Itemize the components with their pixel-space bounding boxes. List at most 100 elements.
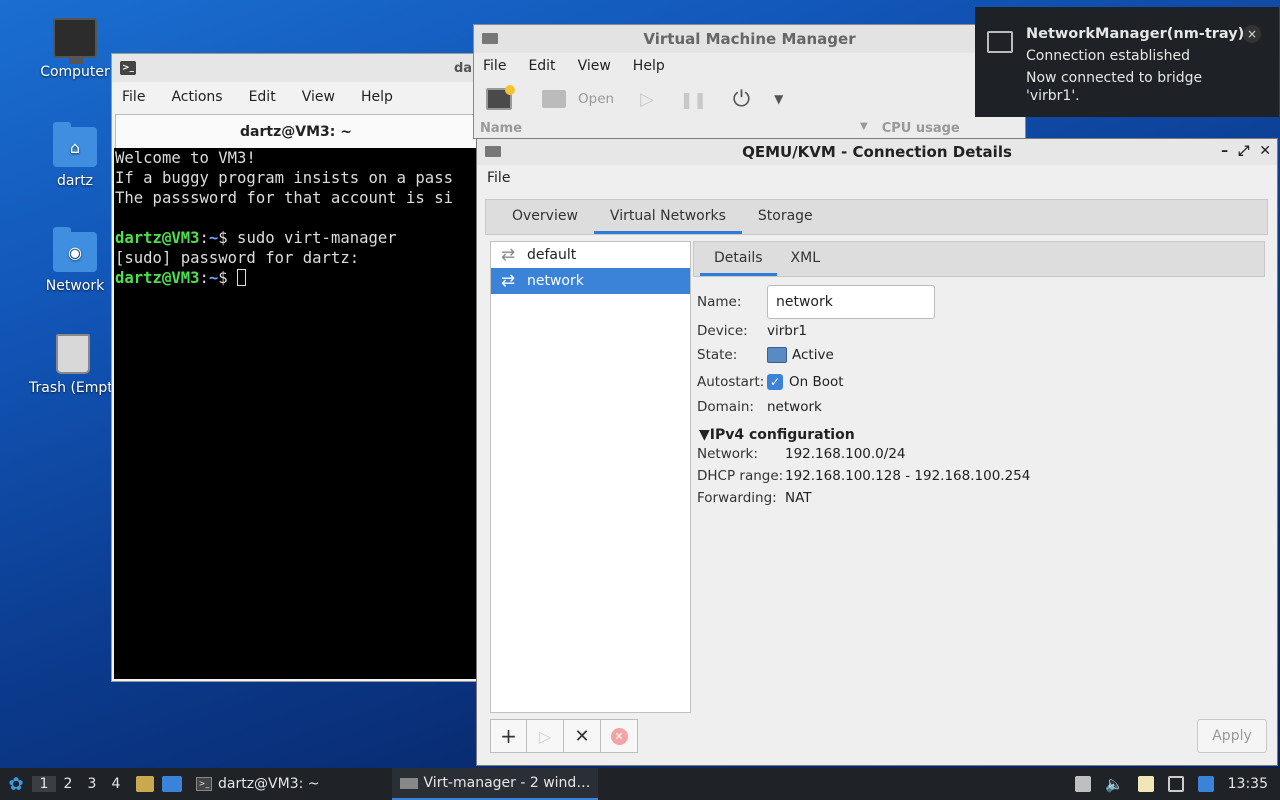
terminal-menu-view[interactable]: View	[302, 89, 335, 105]
system-tray: 🔈 13:35	[1074, 775, 1280, 793]
vmm-app-icon	[482, 33, 498, 44]
desktop-icon-network[interactable]: ◉ Network	[25, 227, 125, 294]
desktop-icon-home[interactable]: ⌂ dartz	[25, 122, 125, 189]
state-value: Active	[792, 347, 834, 363]
desktop-icon-label: Computer	[40, 64, 110, 80]
apply-button[interactable]: Apply	[1197, 719, 1267, 753]
terminal-menu-help[interactable]: Help	[361, 89, 393, 105]
terminal-line: [sudo] password for dartz:	[115, 249, 360, 267]
network-details-panel: Details XML Name: Device: virbr1 State: …	[693, 241, 1265, 713]
network-name: default	[527, 247, 577, 263]
terminal-output[interactable]: Welcome to VM3! If a buggy program insist…	[114, 148, 478, 679]
volume-icon[interactable]: 🔈	[1105, 775, 1124, 793]
name-label: Name:	[697, 294, 742, 310]
details-tabs: Details XML	[693, 241, 1265, 277]
network-list-item-network[interactable]: ⇄ network	[491, 268, 690, 294]
connection-details-title: QEMU/KVM - Connection Details	[742, 143, 1012, 161]
autostart-checkbox[interactable]: ✓	[767, 374, 783, 390]
close-icon[interactable]: ✕	[1259, 143, 1271, 159]
tab-details[interactable]: Details	[700, 242, 777, 276]
workspace-4[interactable]: 4	[104, 776, 128, 792]
play-icon[interactable]: ▷	[640, 89, 654, 110]
menu-file[interactable]: File	[487, 170, 510, 186]
connection-details-window[interactable]: QEMU/KVM - Connection Details – ⤢ ✕ File…	[476, 138, 1278, 766]
workspace-3[interactable]: 3	[80, 776, 104, 792]
clipboard-icon[interactable]	[1137, 776, 1154, 792]
terminal-command: sudo virt-manager	[227, 229, 397, 247]
virt-manager-app-icon	[485, 146, 501, 157]
taskbar: ✿ 1 2 3 4 >_ dartz@VM3: ~ Virt-manager -…	[0, 768, 1280, 800]
vmm-menu-help[interactable]: Help	[633, 58, 665, 74]
power-icon[interactable]: ⏻	[733, 87, 750, 112]
autostart-row: Autostart: ✓ On Boot	[697, 374, 844, 390]
tab-virtual-networks[interactable]: Virtual Networks	[593, 200, 742, 234]
start-menu-icon[interactable]: ✿	[0, 774, 32, 795]
open-vm-button[interactable]: Open	[542, 90, 614, 108]
new-vm-button[interactable]	[486, 85, 515, 110]
terminal-menu-file[interactable]: File	[122, 89, 145, 105]
add-network-button[interactable]: +	[490, 719, 527, 753]
chevron-down-icon[interactable]: ▼	[774, 92, 783, 106]
connection-details-titlebar[interactable]: QEMU/KVM - Connection Details – ⤢ ✕	[477, 139, 1277, 165]
maximize-icon[interactable]: ⤢	[1238, 143, 1249, 159]
workspace-1[interactable]: 1	[32, 776, 56, 792]
column-name[interactable]: Name	[480, 121, 860, 139]
column-cpu-usage[interactable]: CPU usage	[882, 121, 960, 139]
terminal-tab[interactable]: dartz@VM3: ~	[115, 114, 477, 148]
minimize-icon[interactable]: –	[1221, 143, 1228, 159]
terminal-titlebar[interactable]: >_ da	[112, 54, 480, 82]
device-row: Device: virbr1	[697, 323, 807, 339]
prompt-path: ~	[208, 229, 219, 247]
vmm-menu-edit[interactable]: Edit	[528, 58, 555, 74]
network-arrows-icon: ⇄	[500, 271, 516, 291]
network-arrows-icon: ⇄	[500, 245, 516, 265]
desktop-icon-label: Network	[45, 278, 105, 294]
pause-icon[interactable]: ❚❚	[680, 90, 707, 109]
vmm-window[interactable]: Virtual Machine Manager File Edit View H…	[473, 24, 1026, 139]
prompt-symbol: $	[218, 269, 228, 287]
name-row: Name:	[697, 285, 935, 319]
terminal-line: Welcome to VM3!	[115, 149, 256, 167]
taskbar-item-virt-manager[interactable]: Virt-manager - 2 wind…	[391, 768, 599, 800]
vmm-menubar: File Edit View Help	[474, 53, 1025, 79]
tab-storage[interactable]: Storage	[742, 200, 829, 234]
chevron-down-icon: ▼	[860, 121, 868, 132]
notification-line: 'virbr1'.	[1026, 88, 1080, 104]
terminal-menu-actions[interactable]: Actions	[171, 89, 222, 105]
virt-manager-icon	[399, 777, 418, 789]
network-list-item-default[interactable]: ⇄ default	[491, 242, 690, 268]
close-icon[interactable]: ×	[1243, 25, 1261, 43]
terminal-window[interactable]: >_ da File Actions Edit View Help dartz@…	[111, 53, 481, 682]
vmm-toolbar: Open ▷ ❚❚ ⏻ ▼	[474, 79, 1025, 119]
update-notifier-icon[interactable]	[1197, 776, 1214, 792]
desktop-icon-trash[interactable]: Trash (Empt	[20, 334, 120, 396]
ipv4-section-toggle[interactable]: ▼IPv4 configuration	[699, 427, 855, 443]
terminal-cursor	[237, 269, 247, 286]
tab-overview[interactable]: Overview	[496, 200, 594, 234]
notification-popup[interactable]: NetworkManager(nm-tray) Connection estab…	[975, 7, 1279, 117]
trash-icon	[56, 334, 90, 374]
delete-network-button[interactable]: ✕	[601, 719, 638, 753]
autostart-label: Autostart:	[697, 374, 765, 390]
terminal-menu-edit[interactable]: Edit	[249, 89, 276, 105]
clock[interactable]: 13:35	[1228, 776, 1268, 792]
workspace-2[interactable]: 2	[56, 776, 80, 792]
vmm-menu-file[interactable]: File	[483, 58, 506, 74]
computer-icon	[53, 18, 97, 64]
play-icon: ▷	[538, 726, 552, 746]
tray-arrow-icon[interactable]	[1074, 776, 1091, 792]
stop-network-button[interactable]: ✕	[564, 719, 601, 753]
notification-line: Now connected to bridge	[1026, 70, 1203, 86]
network-icon[interactable]	[1167, 776, 1184, 792]
start-network-button[interactable]: ▷	[527, 719, 564, 753]
network-name-field[interactable]	[767, 285, 935, 319]
tab-xml[interactable]: XML	[777, 242, 834, 276]
desktop-icon-computer[interactable]: Computer	[25, 18, 125, 80]
autostart-value: On Boot	[789, 374, 844, 390]
network-name: network	[527, 273, 584, 289]
taskbar-item-terminal[interactable]: >_ dartz@VM3: ~	[188, 768, 328, 800]
vmm-menu-view[interactable]: View	[578, 58, 611, 74]
file-manager-launcher-icon[interactable]	[136, 776, 154, 792]
show-desktop-icon[interactable]	[162, 776, 182, 792]
vmm-titlebar[interactable]: Virtual Machine Manager	[474, 25, 1025, 53]
